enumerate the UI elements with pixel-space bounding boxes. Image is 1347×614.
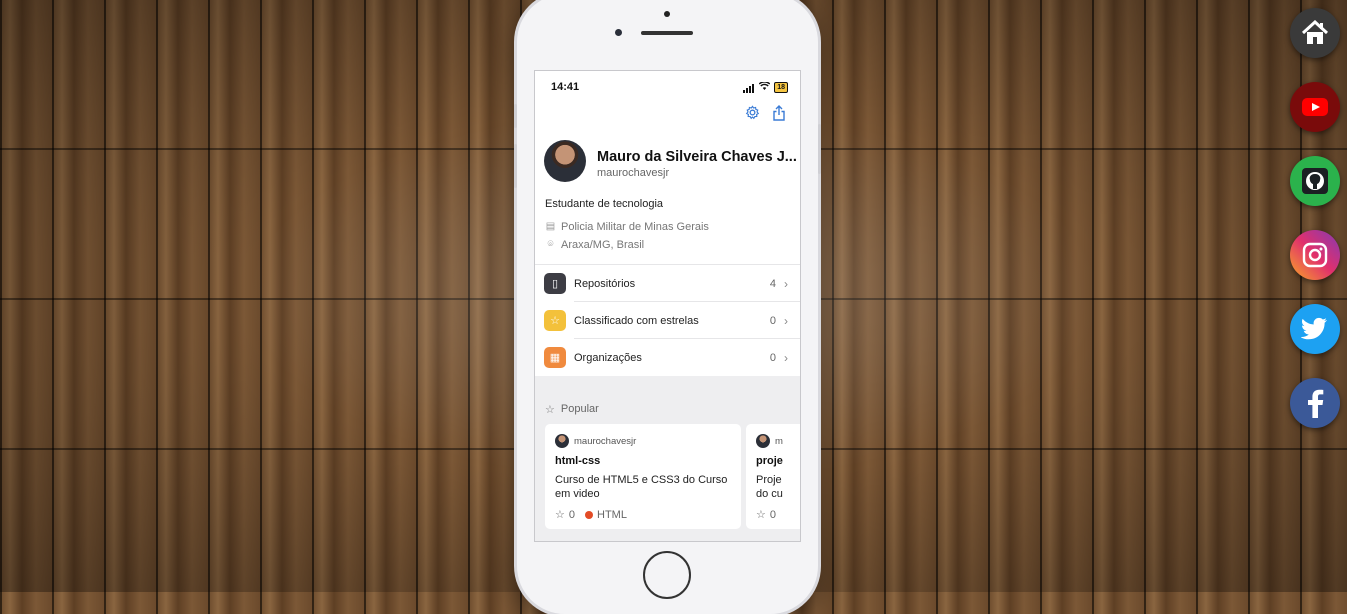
popular-section: ☆ Popular maurochavesjr html-css Curso d…	[535, 376, 800, 541]
camera-dot	[664, 11, 670, 17]
menu-item-count: 0	[769, 351, 776, 364]
github-link[interactable]	[1290, 156, 1340, 206]
chevron-right-icon: ›	[784, 350, 788, 365]
profile-location: ⌾ Araxa/MG, Brasil	[535, 236, 800, 254]
github-icon	[1302, 168, 1328, 194]
profile-company: ▤ Policia Militar de Minas Gerais	[535, 218, 800, 236]
location-label: Araxa/MG, Brasil	[561, 239, 645, 251]
card-description: Proje do cu	[756, 474, 783, 500]
chevron-right-icon: ›	[784, 313, 788, 328]
card-owner-name: m	[775, 435, 783, 447]
profile-header: Mauro da Silveira Chaves J... maurochave…	[535, 129, 800, 193]
home-icon	[1301, 20, 1329, 44]
gear-icon[interactable]	[743, 105, 761, 123]
menu-item-organizations[interactable]: ▦ Organizações 0 ›	[535, 339, 800, 376]
profile-toolbar	[535, 101, 800, 129]
card-language: HTML	[597, 508, 627, 521]
menu-item-count: 0	[769, 314, 776, 327]
facebook-link[interactable]	[1290, 378, 1340, 428]
star-icon: ☆	[555, 509, 565, 521]
star-icon: ☆	[544, 310, 566, 331]
power-button	[818, 124, 821, 174]
phone-screen: 14:41 18 Mauro da Silveira Chaves J... m…	[534, 70, 801, 542]
card-repo-name: proje	[756, 455, 783, 467]
popular-title: Popular	[560, 403, 599, 415]
menu-item-count: 4	[769, 277, 776, 290]
repo-icon: ▯	[544, 273, 566, 294]
share-icon[interactable]	[770, 105, 788, 123]
status-bar: 14:41 18	[535, 71, 800, 101]
card-repo-name: html-css	[555, 455, 601, 467]
popular-cards: maurochavesjr html-css Curso de HTML5 e …	[535, 424, 800, 529]
signal-icon	[743, 81, 755, 93]
status-icons: 18	[743, 81, 788, 93]
earpiece-speaker	[641, 31, 693, 35]
instagram-icon	[1302, 242, 1328, 268]
popular-header: ☆ Popular	[535, 396, 800, 422]
profile-name: Mauro da Silveira Chaves J...	[597, 149, 797, 165]
building-icon: ▤	[545, 221, 556, 232]
wifi-icon	[758, 81, 771, 92]
mute-switch	[514, 104, 517, 128]
front-camera	[615, 29, 622, 36]
avatar	[756, 434, 770, 448]
chevron-right-icon: ›	[784, 276, 788, 291]
facebook-icon	[1308, 389, 1324, 418]
youtube-icon	[1302, 98, 1328, 116]
organization-icon: ▦	[544, 347, 566, 368]
card-stars: 0	[769, 508, 776, 521]
company-label: Policia Militar de Minas Gerais	[561, 221, 709, 233]
profile-bio: Estudante de tecnologia	[545, 198, 664, 210]
location-pin-icon: ⌾	[547, 239, 554, 250]
menu-item-label: Classificado com estrelas	[574, 314, 699, 327]
menu-item-label: Organizações	[574, 351, 642, 364]
card-owner-name: maurochavesjr	[574, 435, 637, 447]
star-icon: ☆	[545, 403, 555, 416]
card-footer: ☆ 0	[756, 508, 776, 522]
card-stars: 0	[568, 508, 575, 521]
home-link[interactable]	[1290, 8, 1340, 58]
language-color-dot	[585, 510, 593, 519]
profile-username: maurochavesjr	[597, 167, 670, 179]
card-owner: m	[756, 434, 796, 448]
repo-card-proje[interactable]: m proje Proje do cu ☆ 0	[746, 424, 800, 529]
youtube-link[interactable]	[1290, 82, 1340, 132]
battery-icon: 18	[774, 81, 788, 93]
avatar	[555, 434, 569, 448]
status-time: 14:41	[551, 81, 580, 93]
menu-item-starred[interactable]: ☆ Classificado com estrelas 0 ›	[535, 302, 800, 339]
star-icon: ☆	[756, 509, 766, 521]
repo-card-html-css[interactable]: maurochavesjr html-css Curso de HTML5 e …	[545, 424, 741, 529]
avatar[interactable]	[544, 140, 586, 182]
menu-item-repositories[interactable]: ▯ Repositórios 4 ›	[535, 265, 800, 302]
twitter-link[interactable]	[1290, 304, 1340, 354]
twitter-icon	[1301, 317, 1327, 340]
card-owner: maurochavesjr	[555, 434, 731, 448]
menu-item-label: Repositórios	[574, 277, 636, 290]
card-description: Curso de HTML5 e CSS3 do Curso em video	[555, 474, 728, 500]
volume-up-button	[514, 144, 517, 188]
card-footer: ☆ 0 HTML	[555, 508, 627, 522]
instagram-link[interactable]	[1290, 230, 1340, 280]
profile-menu: ▯ Repositórios 4 › ☆ Classificado com es…	[535, 264, 800, 376]
